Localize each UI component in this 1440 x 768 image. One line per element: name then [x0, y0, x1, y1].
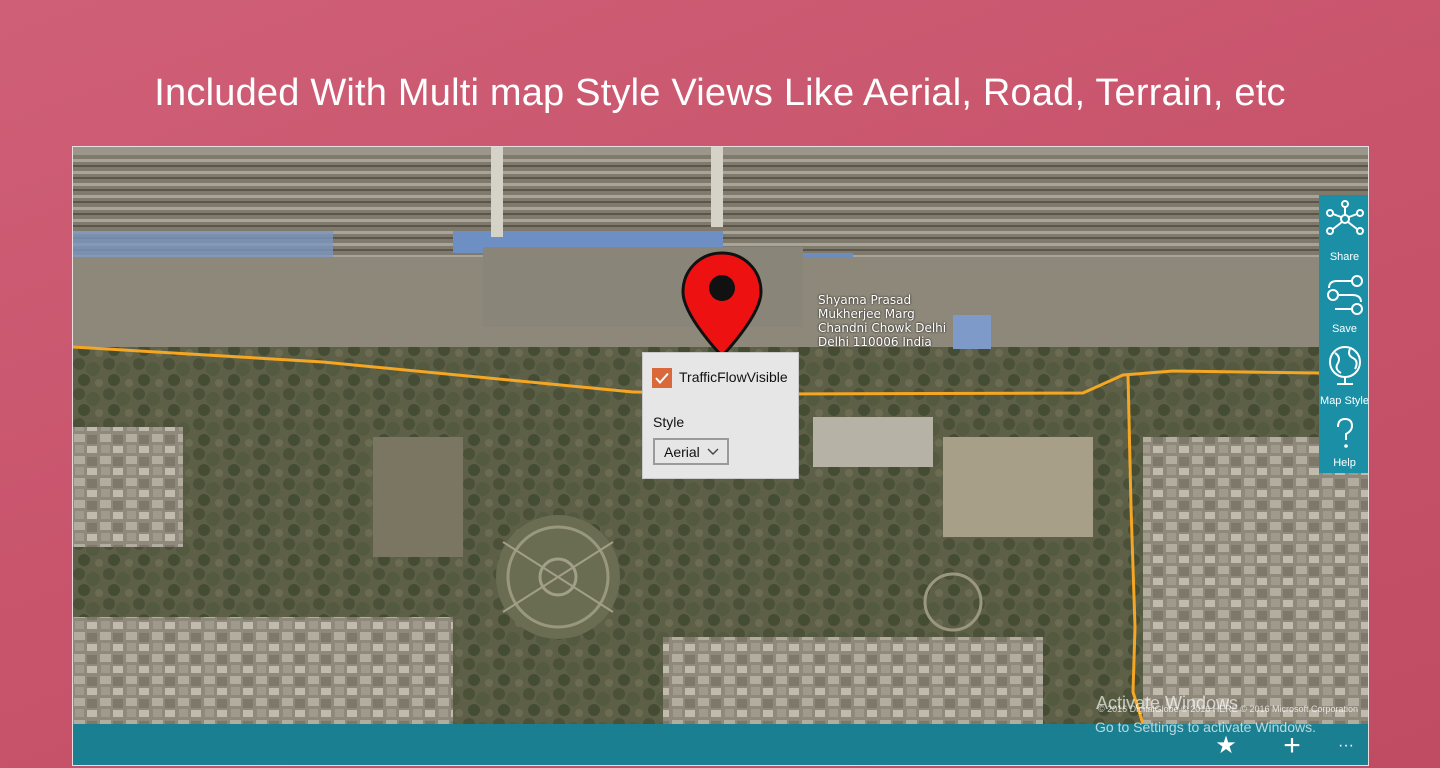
address-label: Shyama Prasad Mukherjee Marg Chandni Cho… — [818, 293, 946, 349]
chevron-down-icon — [707, 443, 719, 462]
globe-icon — [1329, 346, 1361, 385]
location-pin-icon[interactable] — [678, 250, 766, 360]
style-label: Style — [653, 414, 685, 430]
style-select-value: Aerial — [664, 444, 700, 460]
checkmark-icon — [655, 372, 669, 385]
save-button[interactable]: Save — [1319, 267, 1368, 339]
save-route-icon — [1327, 275, 1363, 315]
activation-watermark-subtitle: Go to Settings to activate Windows. — [1095, 719, 1316, 735]
share-label: Share — [1329, 251, 1360, 263]
help-icon — [1337, 417, 1354, 448]
traffic-flow-label: TrafficFlowVisible — [679, 369, 788, 385]
map-options-popup: TrafficFlowVisible Style Aerial — [643, 353, 798, 478]
share-button[interactable]: Share — [1319, 195, 1368, 267]
map-style-button[interactable]: Map Style — [1319, 339, 1369, 411]
save-label: Save — [1331, 323, 1358, 335]
address-line: Delhi 110006 India — [818, 335, 932, 349]
traffic-flow-checkbox[interactable] — [652, 368, 672, 388]
page-headline: Included With Multi map Style Views Like… — [154, 72, 1286, 114]
activation-watermark-title: Activate Windows — [1095, 693, 1238, 713]
more-options-button[interactable]: ··· — [1331, 734, 1361, 758]
app-window: Shyama Prasad Mukherjee Marg Chandni Cho… — [72, 146, 1369, 766]
style-select[interactable]: Aerial — [653, 438, 729, 465]
address-line: Mukherjee Marg — [818, 307, 915, 321]
add-button[interactable]: + — [1277, 731, 1307, 761]
help-label: Help — [1333, 457, 1356, 469]
share-network-icon — [1326, 200, 1364, 235]
address-line: Chandni Chowk Delhi — [818, 321, 947, 335]
address-line: Shyama Prasad — [818, 293, 912, 307]
favorite-star-button[interactable]: ★ — [1211, 734, 1241, 758]
side-toolbar: Share Save Map Style Help — [1319, 195, 1369, 473]
map-style-label: Map Style — [1320, 395, 1369, 407]
help-button[interactable]: Help — [1319, 411, 1368, 473]
